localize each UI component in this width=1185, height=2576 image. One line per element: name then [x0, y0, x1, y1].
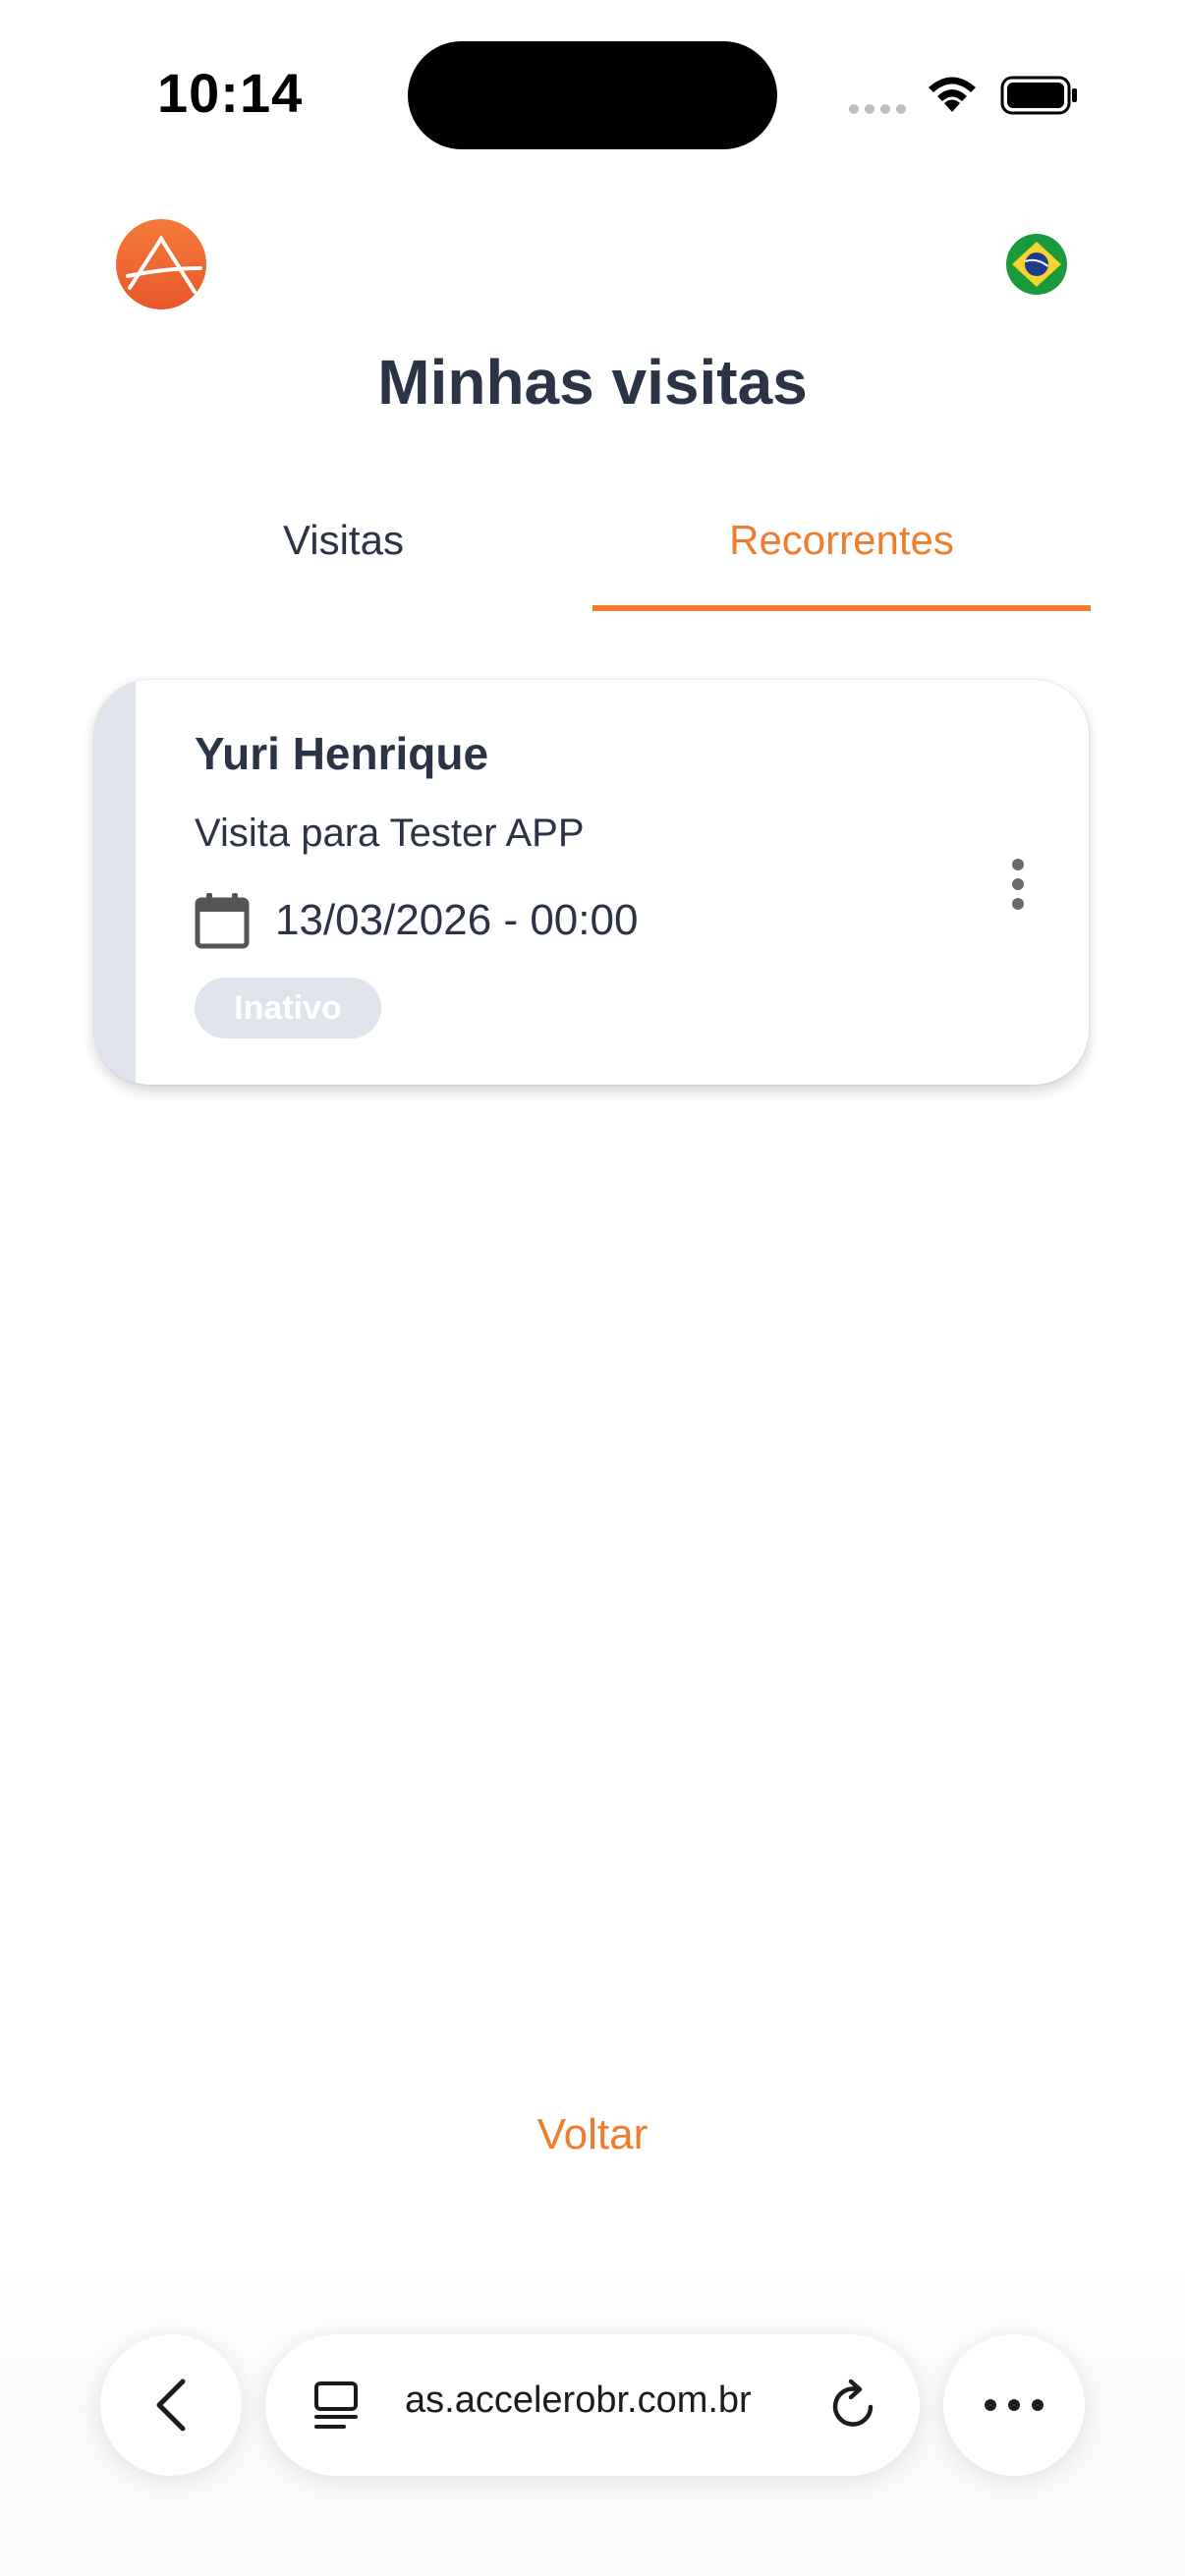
browser-back-button[interactable]	[100, 2334, 242, 2476]
ellipsis-icon	[985, 2399, 1044, 2411]
visitor-name: Yuri Henrique	[195, 728, 489, 779]
status-badge: Inativo	[195, 978, 381, 1038]
accelero-logo-icon[interactable]	[116, 219, 206, 309]
calendar-icon	[195, 893, 250, 949]
visit-card[interactable]: Yuri Henrique Visita para Tester APP 13/…	[94, 680, 1089, 1085]
page-title: Minhas visitas	[377, 347, 808, 418]
cellular-signal-icon	[849, 104, 906, 114]
wifi-icon	[929, 77, 976, 112]
visit-datetime: 13/03/2026 - 00:00	[275, 896, 639, 944]
address-bar[interactable]: as.accelerobr.com.br	[265, 2334, 920, 2476]
status-stripe	[94, 680, 136, 1085]
more-options-icon[interactable]	[998, 855, 1038, 914]
visit-date-row: 13/03/2026 - 00:00	[195, 892, 638, 949]
app-screen: 10:14 Minhas visitas Visitas Recorrentes…	[0, 0, 1185, 2576]
chevron-left-icon	[156, 2379, 186, 2432]
visit-description: Visita para Tester APP	[195, 812, 585, 855]
dynamic-island	[408, 41, 777, 149]
tab-bar: Visitas Recorrentes	[94, 491, 1091, 611]
status-time: 10:14	[157, 62, 304, 124]
reload-icon[interactable]	[827, 2378, 880, 2433]
tab-visitas[interactable]: Visitas	[94, 491, 592, 611]
tab-recorrentes[interactable]: Recorrentes	[592, 491, 1091, 611]
tabs-icon[interactable]	[312, 2380, 362, 2433]
brazil-flag-icon[interactable]	[1006, 234, 1067, 295]
battery-icon	[1000, 76, 1077, 115]
back-button[interactable]: Voltar	[0, 2110, 1185, 2159]
url-text: as.accelerobr.com.br	[405, 2380, 752, 2421]
browser-more-button[interactable]	[943, 2334, 1085, 2476]
